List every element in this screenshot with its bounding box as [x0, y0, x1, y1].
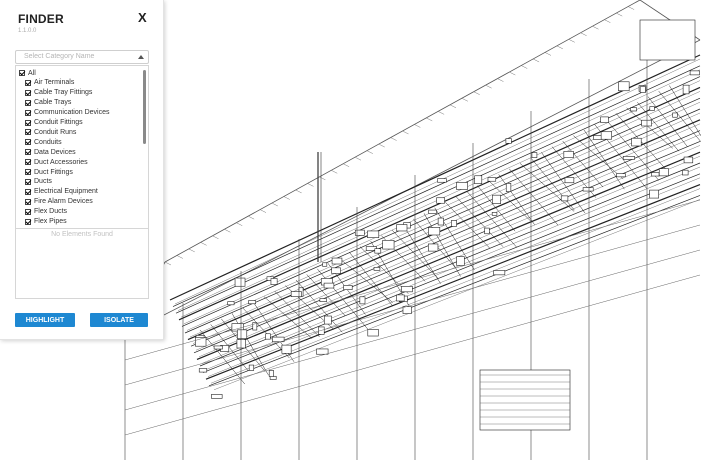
category-item[interactable]: Flex Ducts [25, 207, 67, 217]
category-item[interactable]: All [19, 68, 36, 78]
version-label: 1.1.0.0 [18, 28, 37, 34]
category-label: Flex Pipes [34, 218, 67, 225]
category-checkbox[interactable] [25, 79, 31, 86]
category-checkbox[interactable] [25, 169, 31, 175]
category-item[interactable]: Duct Accessories [25, 157, 88, 167]
category-checkbox[interactable] [25, 129, 31, 136]
results-area: No Elements Found [15, 229, 149, 299]
category-item[interactable]: Ducts [25, 177, 52, 187]
category-checkbox[interactable] [25, 149, 31, 156]
category-item[interactable]: Communication Devices [25, 108, 109, 118]
category-checkbox[interactable] [25, 109, 31, 116]
category-label: Air Terminals [34, 79, 75, 87]
category-list[interactable]: All Air Terminals Cable Tray Fittings Cable… [15, 65, 149, 229]
mep-3d-model [124, 0, 701, 460]
category-item[interactable]: Duct Fittings [25, 167, 73, 177]
category-checkbox[interactable] [25, 89, 31, 96]
category-item[interactable]: Flex Pipes [25, 217, 67, 227]
panel-title: FINDER [18, 12, 64, 26]
category-label: Duct Fittings [34, 168, 73, 176]
category-checkbox[interactable] [25, 159, 31, 166]
finder-panel: FINDER 1.1.0.0 X Select Category Name Al… [0, 0, 164, 340]
category-label: All [28, 69, 36, 77]
category-checkbox[interactable] [25, 119, 31, 126]
category-checkbox[interactable] [25, 188, 31, 195]
category-label: Cable Trays [34, 99, 72, 107]
category-item[interactable]: Cable Tray Fittings [25, 88, 92, 98]
category-list-scrollbar[interactable] [143, 70, 146, 144]
category-item[interactable]: Cable Trays [25, 98, 71, 108]
category-item[interactable]: Conduits [25, 137, 62, 147]
category-select-placeholder: Select Category Name [24, 53, 95, 60]
category-item[interactable]: Electrical Equipment [25, 187, 98, 197]
isolate-button[interactable]: ISOLATE [90, 313, 148, 327]
category-item[interactable]: Air Terminals [25, 78, 74, 88]
category-checkbox[interactable] [25, 208, 31, 215]
category-label: Conduit Runs [34, 128, 77, 136]
category-checkbox[interactable] [25, 198, 31, 205]
category-label: Data Devices [34, 148, 76, 156]
close-button[interactable]: X [138, 10, 147, 25]
category-label: Flex Ducts [34, 208, 68, 216]
category-item[interactable]: Conduit Fittings [25, 118, 83, 128]
category-label: Fire Alarm Devices [34, 198, 93, 206]
category-item[interactable]: Conduit Runs [25, 127, 76, 137]
highlight-button[interactable]: HIGHLIGHT [15, 313, 75, 327]
category-label: Conduits [34, 138, 62, 146]
category-checkbox[interactable] [25, 139, 31, 146]
category-checkbox[interactable] [19, 70, 25, 76]
empty-results-message: No Elements Found [51, 231, 113, 238]
category-select[interactable]: Select Category Name [15, 50, 149, 64]
category-checkbox[interactable] [25, 178, 31, 185]
category-checkbox[interactable] [25, 218, 31, 225]
category-label: Electrical Equipment [34, 188, 98, 196]
caret-up-icon [138, 55, 144, 59]
category-item[interactable]: Fire Alarm Devices [25, 197, 93, 207]
category-item[interactable]: Data Devices [25, 147, 76, 157]
category-label: Cable Tray Fittings [34, 89, 93, 97]
category-label: Conduit Fittings [34, 119, 83, 126]
category-label: Duct Accessories [34, 158, 88, 166]
category-label: Ducts [34, 178, 52, 186]
category-checkbox[interactable] [25, 99, 31, 106]
category-label: Communication Devices [34, 109, 110, 117]
